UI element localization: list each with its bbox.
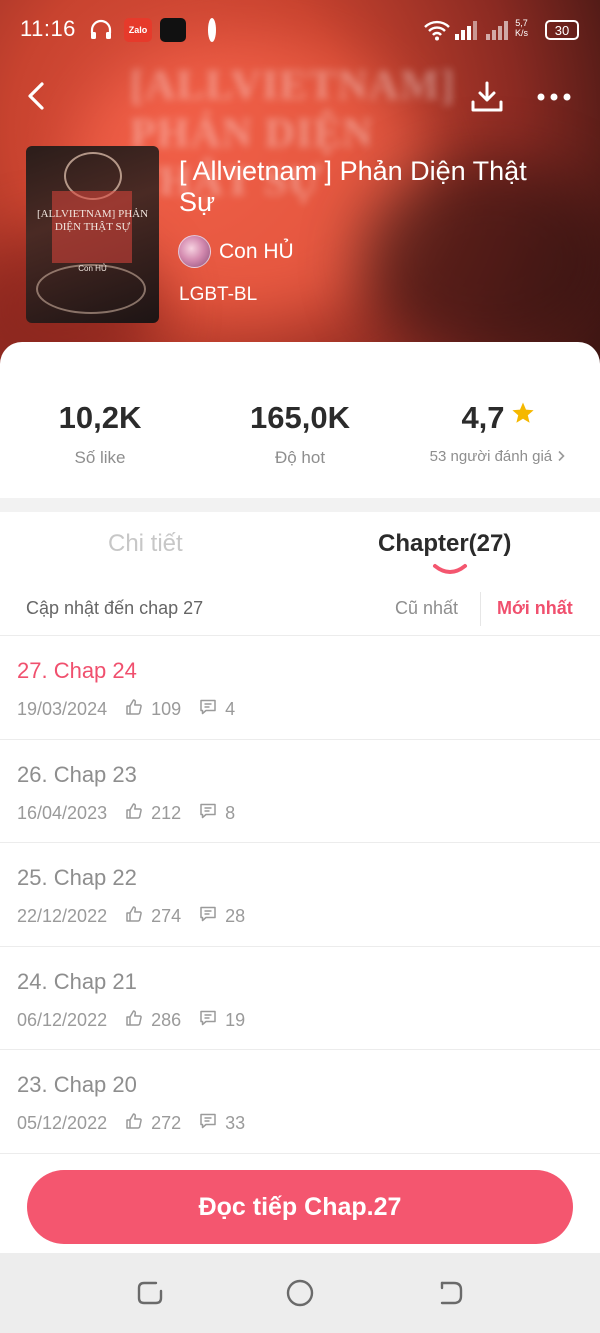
chapter-item[interactable]: 23. Chap 20 05/12/2022 272 33 [0, 1050, 600, 1154]
like-icon [125, 905, 151, 928]
status-time: 11:16 [20, 16, 76, 41]
signal-icon [452, 18, 482, 42]
chapter-title: 26. Chap 23 [17, 761, 137, 787]
stat-label: 53 người đánh giá [429, 448, 553, 465]
sort-newest-button[interactable]: Mới nhất [497, 598, 573, 619]
headphones-icon [88, 18, 114, 42]
back-nav-icon[interactable] [434, 1277, 466, 1309]
sort-oldest-button[interactable]: Cũ nhất [395, 598, 458, 619]
cover-title: [ALLVIETNAM] PHẢN DIỆN THẬT SỰ [36, 208, 149, 233]
active-tab-indicator [432, 562, 468, 576]
chapter-list: 27. Chap 24 19/03/2024 109 4 26. Chap 23… [0, 636, 600, 1154]
continue-reading-button[interactable]: Đọc tiếp Chap.27 [27, 1170, 573, 1244]
chapter-item[interactable]: 27. Chap 24 19/03/2024 109 4 [0, 636, 600, 740]
recent-apps-icon[interactable] [134, 1277, 166, 1309]
chapter-title: 23. Chap 20 [17, 1072, 137, 1097]
battery-icon: 30 [545, 20, 579, 40]
chapter-title: 25. Chap 22 [17, 865, 137, 890]
book-cover[interactable]: [ALLVIETNAM] PHẢN DIỆN THẬT SỰ Con HỦ [26, 146, 159, 323]
like-count: 274 [151, 906, 182, 926]
speed-value: 5,7 [515, 18, 528, 28]
stat-likes: 10,2K Số like [0, 400, 200, 468]
like-icon [125, 802, 151, 825]
more-options-icon[interactable] [536, 84, 572, 110]
section-divider [0, 498, 600, 512]
stat-value: 4,7 [461, 400, 505, 435]
author-link[interactable]: Con HỦ [178, 235, 294, 268]
avatar [178, 235, 211, 268]
comment-icon [199, 905, 225, 928]
like-count: 272 [151, 1113, 182, 1133]
comment-count: 33 [225, 1113, 246, 1133]
comment-icon [199, 1009, 225, 1032]
stat-value: 10,2K [58, 400, 142, 435]
stat-rating[interactable]: 4,7 53 người đánh giá [398, 400, 598, 465]
chapter-date: 05/12/2022 [17, 1113, 108, 1133]
chapter-item[interactable]: 24. Chap 21 06/12/2022 286 19 [0, 947, 600, 1050]
chapter-date: 06/12/2022 [17, 1009, 108, 1030]
stat-label: Độ hot [274, 448, 326, 467]
tab-details[interactable]: Chi tiết [108, 530, 183, 558]
chapter-sort-bar: Cập nhật đến chap 27 Cũ nhất Mới nhất [0, 590, 600, 636]
stat-hot: 165,0K Độ hot [200, 400, 400, 468]
notification-dot-icon [208, 18, 216, 42]
star-icon [511, 402, 534, 423]
wifi-icon [422, 18, 452, 42]
chapter-item[interactable]: 25. Chap 22 22/12/2022 274 28 [0, 843, 600, 947]
chapter-title: 24. Chap 21 [17, 968, 137, 994]
back-icon[interactable] [22, 78, 54, 114]
cover-author: Con HỦ [78, 264, 107, 273]
comment-count: 4 [225, 699, 236, 719]
signal-2-icon [484, 18, 510, 42]
genre-tag[interactable]: LGBT-BL [179, 284, 257, 306]
stat-value: 165,0K [250, 400, 350, 435]
book-title: [ Allvietnam ] Phản Diện Thật Sự [179, 156, 527, 217]
download-icon[interactable] [468, 78, 506, 116]
comment-count: 28 [225, 906, 246, 926]
comment-icon [199, 802, 225, 825]
chapter-item[interactable]: 26. Chap 23 16/04/2023 212 8 [0, 740, 600, 843]
divider [480, 592, 481, 626]
stat-label: Số like [74, 448, 126, 467]
chapter-date: 16/04/2023 [17, 802, 108, 823]
home-icon[interactable] [284, 1277, 316, 1309]
update-status: Cập nhật đến chap 27 [26, 598, 204, 618]
like-icon [125, 698, 151, 721]
like-count: 286 [151, 1009, 182, 1030]
like-icon [125, 1009, 151, 1032]
tab-chapters[interactable]: Chapter(27) [378, 530, 511, 558]
like-count: 212 [151, 802, 182, 823]
chapter-date: 22/12/2022 [17, 906, 108, 926]
app-notification-icon [160, 18, 186, 42]
comment-count: 19 [225, 1009, 246, 1030]
system-navigation-bar [0, 1253, 600, 1333]
like-icon [125, 1112, 151, 1135]
chapter-date: 19/03/2024 [17, 699, 108, 719]
comment-count: 8 [225, 802, 236, 823]
like-count: 109 [151, 699, 182, 719]
speed-unit: K/s [515, 28, 529, 38]
chevron-right-icon [556, 448, 566, 465]
network-speed: 5,7 K/s [515, 18, 528, 38]
status-bar: 11:16 Zalo 5,7 K/s 30 [0, 0, 600, 60]
zalo-icon: Zalo [124, 18, 152, 42]
author-name: Con HỦ [219, 239, 294, 263]
chapter-title: 27. Chap 24 [17, 658, 137, 683]
comment-icon [199, 1112, 225, 1135]
comment-icon [199, 698, 225, 721]
